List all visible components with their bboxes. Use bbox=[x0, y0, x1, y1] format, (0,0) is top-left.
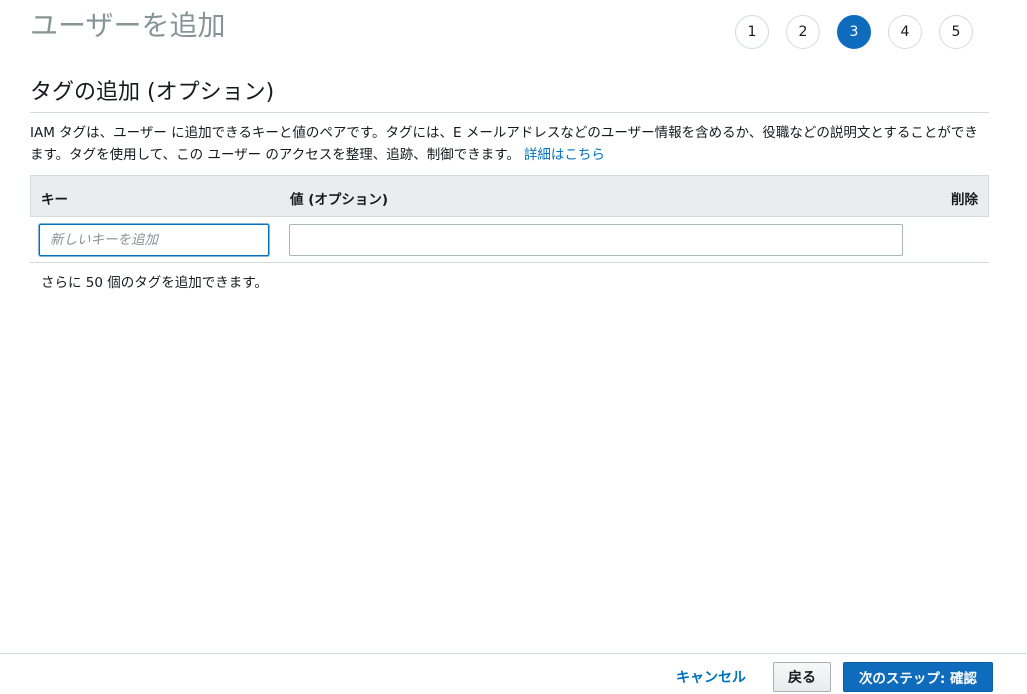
section-description: IAM タグは、ユーザー に追加できるキーと値のペアです。タグには、E メールア… bbox=[30, 122, 990, 166]
back-button[interactable]: 戻る bbox=[773, 662, 831, 692]
step-4[interactable]: 4 bbox=[888, 15, 922, 49]
wizard-steps: 1 2 3 4 5 bbox=[735, 15, 973, 49]
column-header-value: 値 (オプション) bbox=[290, 192, 389, 208]
footer-divider bbox=[0, 653, 1027, 654]
section-title: タグの追加 (オプション) bbox=[30, 80, 275, 105]
table-header: キー 値 (オプション) 削除 bbox=[30, 175, 989, 217]
tag-table: キー 値 (オプション) 削除 bbox=[30, 175, 989, 263]
add-user-page: ユーザーを追加 1 2 3 4 5 タグの追加 (オプション) IAM タグは、… bbox=[0, 0, 1027, 694]
cancel-button[interactable]: キャンセル bbox=[670, 662, 752, 692]
section-divider bbox=[30, 112, 989, 113]
step-2[interactable]: 2 bbox=[786, 15, 820, 49]
step-5[interactable]: 5 bbox=[939, 15, 973, 49]
description-text: IAM タグは、ユーザー に追加できるキーと値のペアです。タグには、E メールア… bbox=[30, 125, 978, 163]
remaining-tags-text: さらに 50 個のタグを追加できます。 bbox=[41, 275, 268, 291]
table-row bbox=[30, 217, 989, 263]
next-step-button[interactable]: 次のステップ: 確認 bbox=[843, 662, 993, 692]
learn-more-link[interactable]: 詳細はこちら bbox=[524, 147, 605, 163]
column-header-delete: 削除 bbox=[951, 192, 978, 208]
tag-key-input[interactable] bbox=[39, 224, 269, 256]
column-header-key: キー bbox=[41, 192, 68, 208]
page-title: ユーザーを追加 bbox=[30, 9, 226, 42]
step-3-current[interactable]: 3 bbox=[837, 15, 871, 49]
tag-value-input[interactable] bbox=[289, 224, 903, 256]
step-1[interactable]: 1 bbox=[735, 15, 769, 49]
